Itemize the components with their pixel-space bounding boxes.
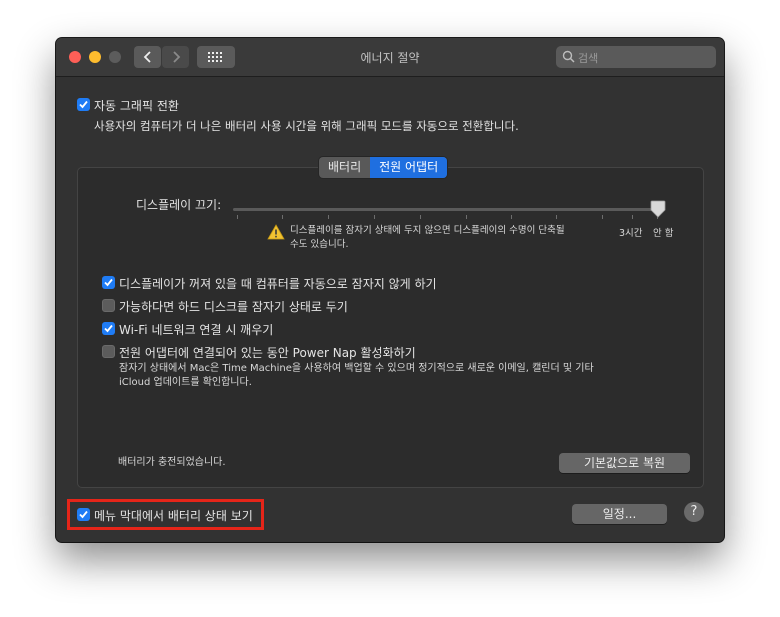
slider-tick <box>632 215 633 219</box>
prevent-sleep-checkbox[interactable] <box>102 276 115 289</box>
slider-tick <box>556 215 557 219</box>
tab-battery[interactable]: 배터리 <box>319 157 370 178</box>
slider-tick <box>466 215 467 219</box>
auto-graphics-description: 사용자의 컴퓨터가 더 나은 배터리 사용 시간을 위해 그래픽 모드를 자동으… <box>94 119 519 133</box>
slider-tick <box>237 215 238 219</box>
wake-for-wifi-checkbox[interactable] <box>102 322 115 335</box>
warning-icon <box>267 224 285 240</box>
tab-power-adapter[interactable]: 전원 어댑터 <box>370 157 448 178</box>
tick-label-never: 안 함 <box>653 228 674 239</box>
slider-tick <box>328 215 329 219</box>
slider-tick <box>602 215 603 219</box>
energy-saver-window: 에너지 절약 검색 자동 그래픽 전환 사용자의 컴퓨터가 더 나은 배터리 사… <box>56 38 724 542</box>
slider-tick <box>374 215 375 219</box>
auto-graphics-label: 자동 그래픽 전환 <box>94 99 179 113</box>
checkmark-icon <box>104 278 113 287</box>
checkmark-icon <box>104 324 113 333</box>
slider-tick <box>511 215 512 219</box>
search-field[interactable]: 검색 <box>556 46 716 68</box>
display-sleep-label: 디스플레이 끄기: <box>136 198 222 212</box>
tab-control: 배터리 전원 어댑터 <box>319 157 448 178</box>
schedule-button[interactable]: 일정... <box>572 504 667 524</box>
checkmark-icon <box>79 100 88 109</box>
search-icon <box>562 50 575 63</box>
slider-tick <box>282 215 283 219</box>
hard-disk-sleep-checkbox[interactable] <box>102 299 115 312</box>
restore-defaults-button[interactable]: 기본값으로 복원 <box>559 453 690 473</box>
help-button[interactable]: ? <box>684 502 704 522</box>
display-sleep-warning: 디스플레이를 잠자기 상태에 두지 않으면 디스플레이의 수명이 단축될 <box>290 225 565 236</box>
tick-label-3h: 3시간 <box>619 228 643 239</box>
display-sleep-slider[interactable] <box>233 208 657 211</box>
highlight-box <box>67 499 264 530</box>
hard-disk-sleep-label: 가능하다면 하드 디스크를 잠자기 상태로 두기 <box>119 300 348 314</box>
power-nap-description: 잠자기 상태에서 Mac은 Time Machine을 사용하여 백업할 수 있… <box>119 363 594 374</box>
title-bar: 에너지 절약 검색 <box>56 38 724 77</box>
auto-graphics-checkbox[interactable] <box>77 98 90 111</box>
power-nap-description-cont: iCloud 업데이트를 확인합니다. <box>119 377 252 388</box>
search-placeholder: 검색 <box>578 52 599 65</box>
battery-status-text: 배터리가 충전되었습니다. <box>118 457 226 468</box>
wake-for-wifi-label: Wi-Fi 네트워크 연결 시 깨우기 <box>119 323 274 337</box>
display-sleep-warning-cont: 수도 있습니다. <box>290 239 349 250</box>
slider-tick <box>420 215 421 219</box>
prevent-sleep-label: 디스플레이가 꺼져 있을 때 컴퓨터를 자동으로 잠자지 않게 하기 <box>119 277 437 291</box>
slider-thumb[interactable] <box>650 200 666 218</box>
power-nap-label: 전원 어댑터에 연결되어 있는 동안 Power Nap 활성화하기 <box>119 346 416 360</box>
power-nap-checkbox[interactable] <box>102 345 115 358</box>
